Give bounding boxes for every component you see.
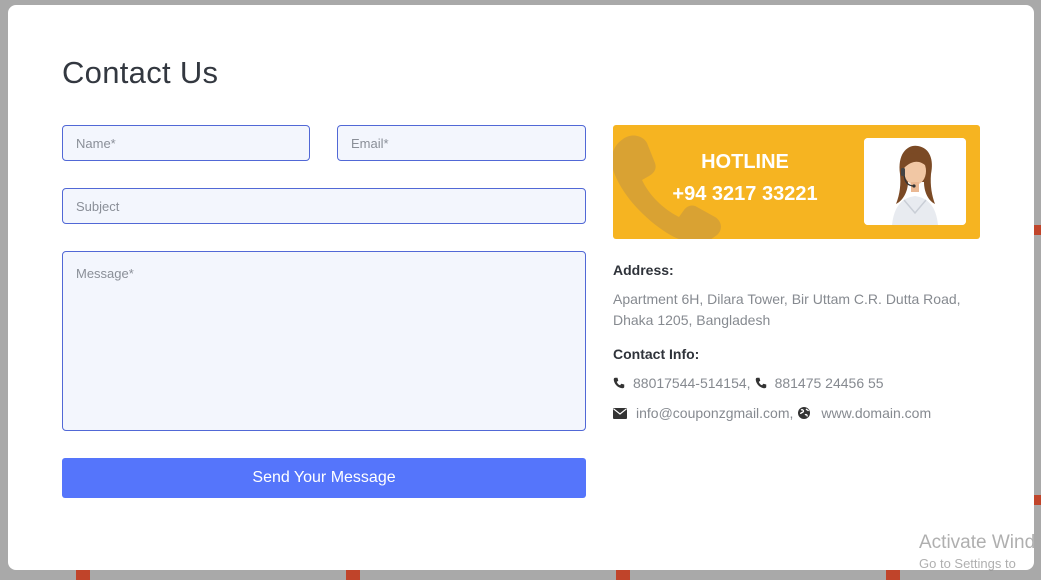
address-text: Apartment 6H, Dilara Tower, Bir Uttam C.… [613,291,961,328]
hotline-number: +94 3217 33221 [672,183,818,205]
subject-input[interactable] [62,188,586,224]
phone-number-2[interactable]: 881475 24456 55 [775,375,884,391]
page-title: Contact Us [62,55,219,90]
phone-number-1[interactable]: 88017544-514154, [633,375,751,391]
contact-info-label: Contact Info: [613,346,700,362]
email-input[interactable] [337,125,586,161]
name-input[interactable] [62,125,310,161]
send-message-button[interactable]: Send Your Message [62,458,586,498]
hotline-title: HOTLINE [701,151,789,173]
support-agent-photo [864,138,966,225]
message-textarea[interactable] [62,251,586,431]
contact-modal: Contact Us Send Your Message HOTLINE +94… [8,5,1034,570]
phone-icon [613,377,625,389]
windows-activation-hint[interactable]: Go to Settings to [919,556,1016,571]
background-decoration [76,570,90,580]
background-decoration [616,570,630,580]
website-link[interactable]: www.domain.com [821,405,931,421]
background-decoration [886,570,900,580]
email-link[interactable]: info@couponzgmail.com, [636,405,793,421]
hotline-banner: HOTLINE +94 3217 33221 [613,125,980,239]
address-label: Address: [613,262,674,278]
envelope-icon [613,407,627,419]
globe-icon [798,407,811,419]
phone-line: 88017544-514154, 881475 24456 55 [613,373,884,393]
email-web-line: info@couponzgmail.com, www.domain.com [613,403,931,423]
background-decoration [346,570,360,580]
windows-activation-watermark: Activate Wind [919,532,1036,553]
phone-icon [755,377,767,389]
